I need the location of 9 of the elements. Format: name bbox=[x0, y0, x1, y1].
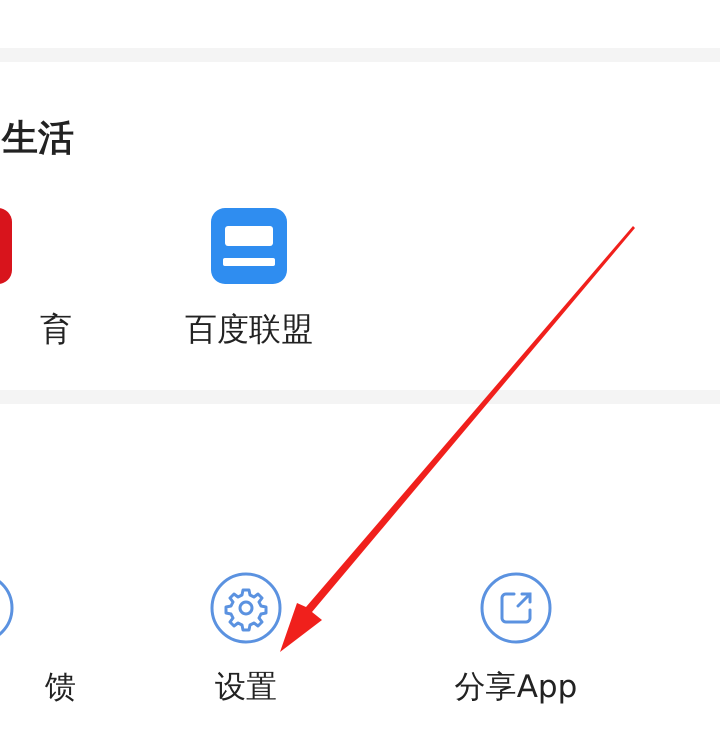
app-label: 百度联盟 bbox=[185, 309, 313, 350]
settings-icon[interactable] bbox=[210, 572, 282, 644]
tool-label: 馈 bbox=[45, 668, 76, 707]
tool-label: 设置 bbox=[215, 668, 277, 707]
app-icon[interactable] bbox=[211, 208, 287, 284]
section-title: 生活 bbox=[2, 117, 74, 161]
app-label: 育 bbox=[40, 309, 72, 350]
tool-label: 分享App bbox=[454, 668, 578, 707]
share-icon[interactable] bbox=[480, 572, 552, 644]
